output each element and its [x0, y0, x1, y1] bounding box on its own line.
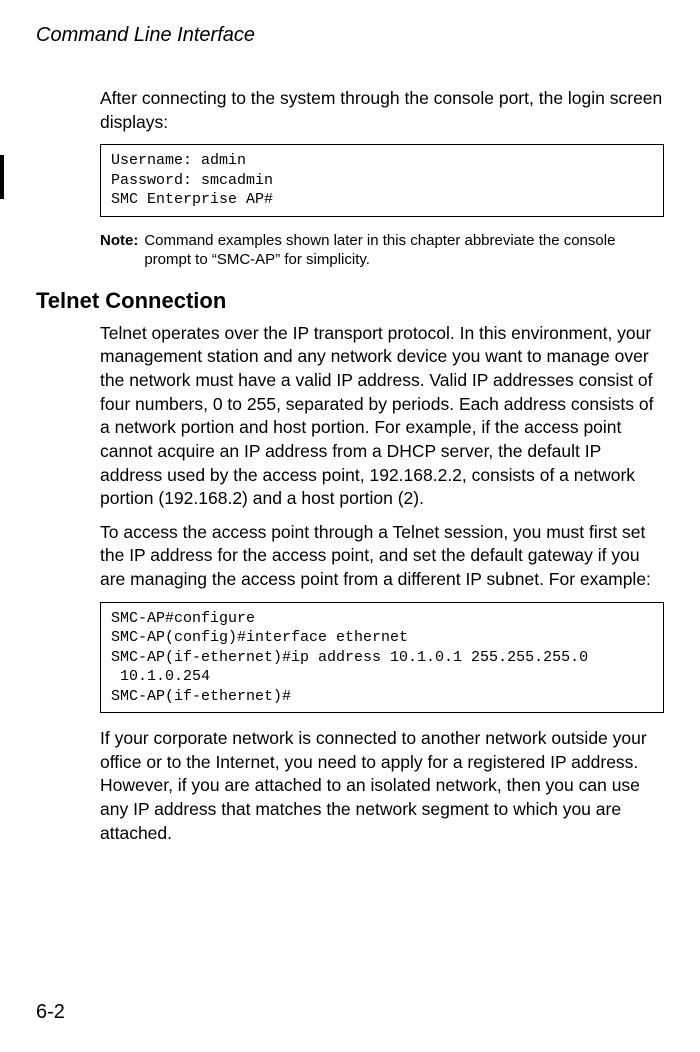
note-label: Note: — [100, 231, 144, 270]
change-bar — [0, 155, 4, 199]
section-heading-telnet: Telnet Connection — [36, 288, 664, 314]
note-block: Note: Command examples shown later in th… — [100, 231, 664, 270]
intro-paragraph: After connecting to the system through t… — [100, 87, 664, 134]
code-block-login: Username: admin Password: smcadmin SMC E… — [100, 144, 664, 217]
page-header: Command Line Interface — [36, 24, 664, 47]
telnet-paragraph-2: To access the access point through a Tel… — [100, 521, 664, 592]
note-text: Command examples shown later in this cha… — [144, 231, 664, 270]
code-block-configure: SMC-AP#configure SMC-AP(config)#interfac… — [100, 602, 664, 714]
page-number: 6-2 — [36, 1001, 65, 1024]
telnet-paragraph-3: If your corporate network is connected t… — [100, 727, 664, 845]
telnet-paragraph-1: Telnet operates over the IP transport pr… — [100, 322, 664, 511]
